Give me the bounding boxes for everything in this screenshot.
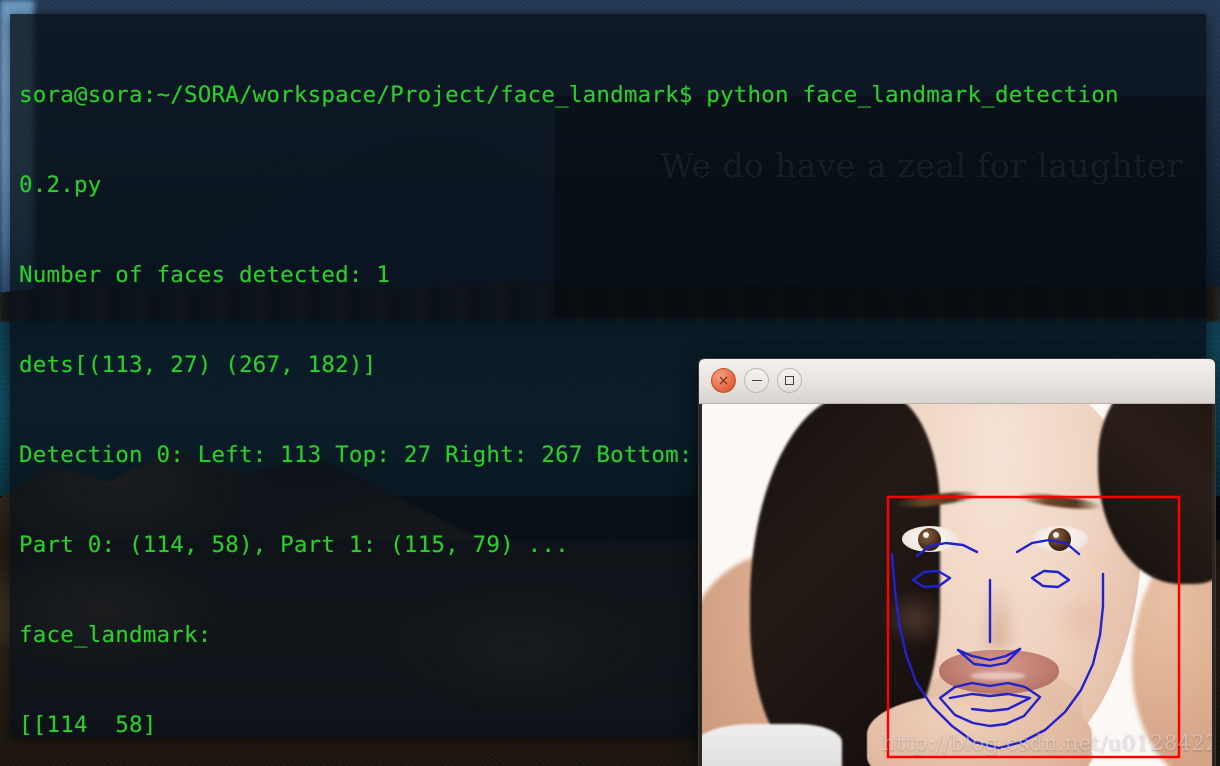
close-icon[interactable]: ×	[711, 368, 736, 393]
photo-nose-shading	[977, 579, 1019, 649]
image-viewer-window[interactable]: × http://blog.csdn.net/u012842255	[698, 358, 1216, 766]
close-glyph: ×	[717, 372, 730, 389]
minimize-icon[interactable]	[744, 368, 769, 393]
viewer-image-canvas[interactable]: http://blog.csdn.net/u012842255	[702, 404, 1212, 766]
watermark-text: http://blog.csdn.net/u012842255	[882, 731, 1212, 755]
maximize-glyph	[785, 376, 794, 385]
photo-iris-right	[1048, 528, 1071, 551]
photo-cheek-right	[1050, 589, 1120, 649]
photo-clothing	[702, 724, 842, 766]
screen: We do have a zeal for laughter sora@sora…	[0, 0, 1220, 766]
photo-iris-left	[918, 528, 941, 551]
maximize-icon[interactable]	[777, 368, 802, 393]
viewer-titlebar[interactable]: ×	[699, 359, 1215, 404]
terminal-line: 0.2.py	[19, 172, 102, 198]
minimize-glyph	[751, 379, 762, 382]
photo-lips-highlight	[970, 672, 1026, 680]
photo-hands	[867, 694, 1092, 766]
viewer-window-controls[interactable]: ×	[711, 368, 802, 393]
photo-cheek-left	[880, 589, 950, 649]
terminal-line: sora@sora:~/SORA/workspace/Project/face_…	[19, 82, 1119, 108]
terminal-line: Number of faces detected: 1	[19, 262, 391, 288]
